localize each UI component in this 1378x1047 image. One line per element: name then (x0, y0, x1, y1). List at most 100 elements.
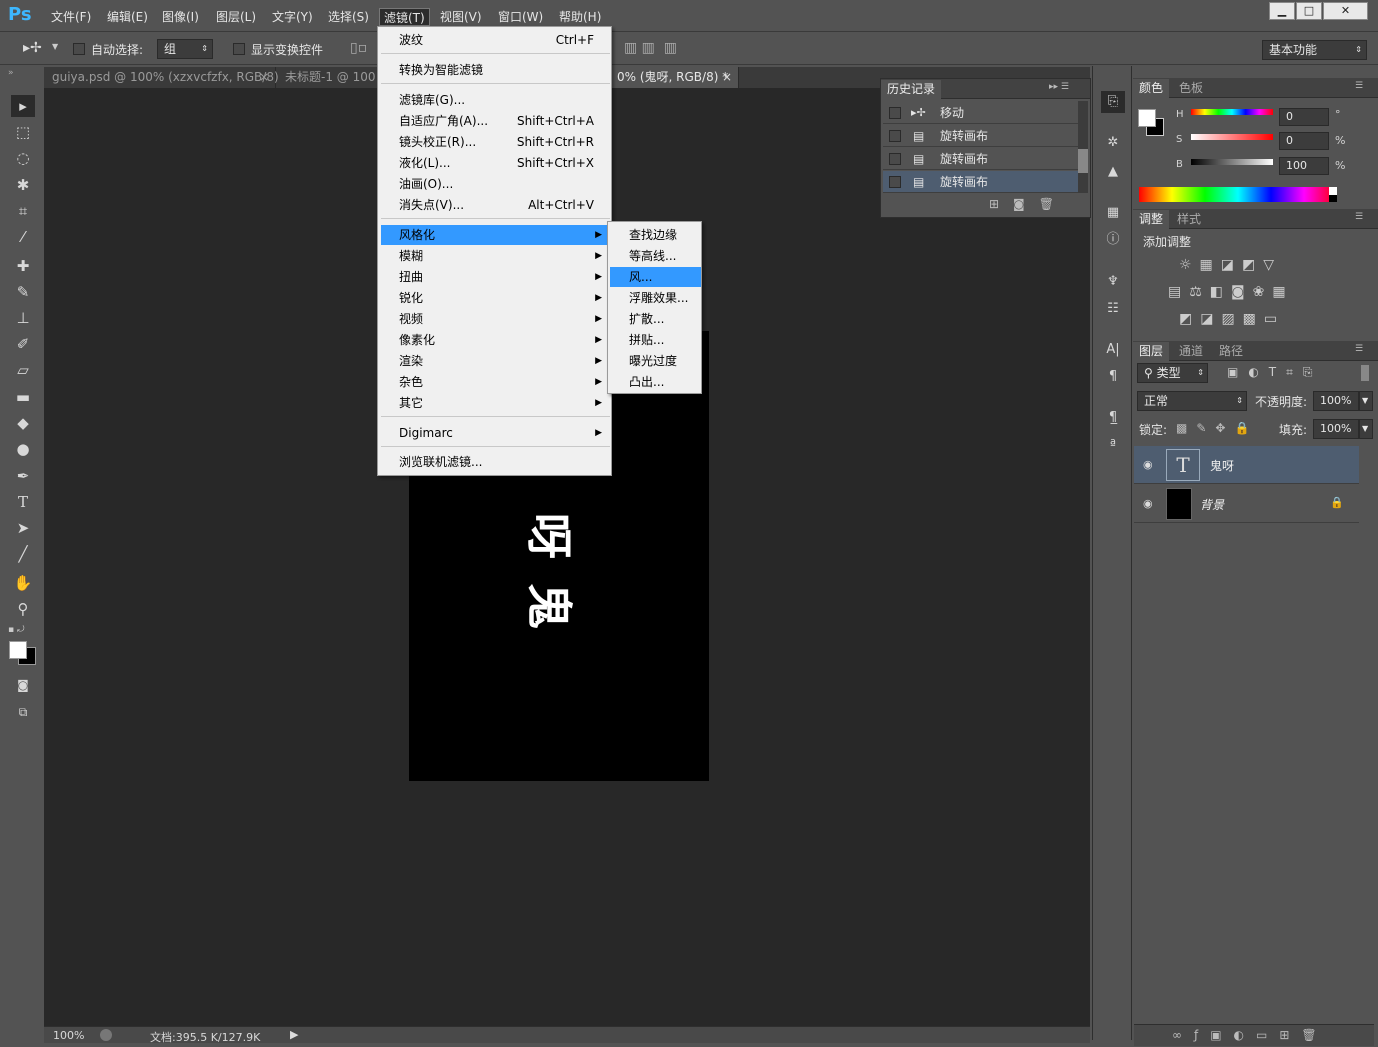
brightness-slider[interactable] (1191, 159, 1273, 165)
path-select-icon[interactable]: ➤ (11, 517, 35, 539)
collapse-tools-icon[interactable]: » (8, 68, 14, 78)
history-footer-icons[interactable]: ⊞◙🗑 (989, 197, 1068, 211)
fill-dropdown-icon[interactable]: ▼ (1359, 419, 1373, 439)
menu-layer[interactable]: 图层(L) (212, 8, 260, 26)
hue-input[interactable]: 0 (1279, 108, 1329, 126)
history-tab[interactable]: 历史记录 (881, 80, 942, 99)
menu-item-stylize[interactable]: 风格化 ▶ (381, 225, 610, 245)
type-tool-icon[interactable]: T (11, 491, 35, 513)
quick-mask-icon[interactable]: ◙ (11, 674, 35, 696)
tab-swatches[interactable]: 色板 (1173, 79, 1209, 98)
brush-tool-icon[interactable]: ✎ (11, 281, 35, 303)
fg-color-chip[interactable] (1138, 109, 1156, 127)
hue-slider[interactable] (1191, 109, 1273, 115)
submenu-item-emboss[interactable]: 浮雕效果... (610, 288, 701, 308)
character-icon[interactable]: A| (1101, 339, 1125, 361)
submenu-item-solarize[interactable]: 曝光过度 (610, 351, 701, 371)
panel-menu-icon[interactable]: ☰ (1355, 344, 1363, 354)
history-row[interactable]: ▤ 旋转画布 (883, 148, 1078, 170)
info-icon[interactable]: ⓘ (1101, 229, 1125, 251)
pen-tool-icon[interactable]: ✒ (11, 465, 35, 487)
menu-item-blur[interactable]: 模糊 ▶ (381, 246, 610, 266)
submenu-item-wind[interactable]: 风... (610, 267, 701, 287)
close-button[interactable]: ✕ (1323, 2, 1368, 20)
blend-mode-dropdown[interactable]: 正常 ⇕ (1137, 391, 1247, 411)
panel-collapse-icon[interactable]: ▸▸ ☰ (1049, 82, 1069, 92)
menu-item-vanishing-point[interactable]: 消失点(V)... Alt+Ctrl+V (381, 195, 610, 215)
doc-tab-active[interactable]: 0% (鬼呀, RGB/8) * (609, 67, 739, 88)
tab-paths[interactable]: 路径 (1213, 342, 1249, 361)
brightness-input[interactable]: 100 (1279, 157, 1329, 175)
tab-layers[interactable]: 图层 (1133, 342, 1170, 361)
tab-channels[interactable]: 通道 (1173, 342, 1209, 361)
marquee-tool-icon[interactable]: ⬚ (11, 121, 35, 143)
show-transform-checkbox[interactable] (233, 43, 245, 55)
white-swatch[interactable] (1329, 187, 1337, 195)
stamp-tool-icon[interactable]: ⊥ (11, 307, 35, 329)
menu-select[interactable]: 选择(S) (324, 8, 373, 26)
eraser-tool-icon[interactable]: ▱ (11, 359, 35, 381)
menu-item-pixelate[interactable]: 像素化 ▶ (381, 330, 610, 350)
distribute-icon[interactable]: ▥ ▥ ▥ (624, 40, 677, 56)
menu-item-sharpen[interactable]: 锐化 ▶ (381, 288, 610, 308)
menu-item-video[interactable]: 视频 ▶ (381, 309, 610, 329)
healing-brush-icon[interactable]: ✚ (11, 255, 35, 277)
minimize-button[interactable]: ▁ (1269, 2, 1295, 20)
adjustment-icons-row3[interactable]: ◩◪▨▩▭ (1179, 311, 1285, 327)
layer-row-background[interactable]: ◉ 背景 🔒 (1134, 485, 1359, 523)
menu-item-other[interactable]: 其它 ▶ (381, 393, 610, 413)
tab-adjustments[interactable]: 调整 (1133, 210, 1170, 229)
menu-item-filter-gallery[interactable]: 滤镜库(G)... (381, 90, 610, 110)
eyedropper-icon[interactable]: ⁄ (11, 226, 35, 248)
status-arrow-icon[interactable]: ▶ (290, 1028, 298, 1041)
layer-filter-dropdown[interactable]: ⚲ 类型 ⇕ (1137, 363, 1208, 383)
gradient-tool-icon[interactable]: ▬ (11, 386, 35, 408)
menu-view[interactable]: 视图(V) (436, 8, 486, 26)
zoom-level[interactable]: 100% (53, 1029, 84, 1042)
menu-item-adaptive-wide[interactable]: 自适应广角(A)... Shift+Ctrl+A (381, 111, 610, 131)
panel-menu-icon[interactable]: ☰ (1355, 212, 1363, 222)
character-style-icon[interactable]: ª (1101, 435, 1125, 457)
default-colors-icon[interactable]: ▪ ⤾ (8, 625, 24, 635)
screen-mode-icon[interactable]: ⧉ (11, 701, 35, 723)
submenu-item-extrude[interactable]: 凸出... (610, 372, 701, 392)
history-row[interactable]: ▤ 旋转画布 (883, 125, 1078, 147)
opacity-input[interactable]: 100% (1313, 391, 1359, 411)
dodge-tool-icon[interactable]: ● (11, 438, 35, 460)
eye-icon[interactable]: ◉ (1143, 458, 1153, 471)
menu-item-lens-correction[interactable]: 镜头校正(R)... Shift+Ctrl+R (381, 132, 610, 152)
menu-item-ripple[interactable]: 波纹 Ctrl+F (381, 30, 610, 50)
auto-select-checkbox[interactable] (73, 43, 85, 55)
tab-color[interactable]: 颜色 (1133, 79, 1170, 98)
submenu-item-contour[interactable]: 等高线... (610, 246, 701, 266)
menu-help[interactable]: 帮助(H) (555, 8, 605, 26)
lasso-tool-icon[interactable]: ◌ (11, 147, 35, 169)
close-tab-icon[interactable]: × (722, 70, 732, 84)
menu-item-render[interactable]: 渲染 ▶ (381, 351, 610, 371)
chevron-down-icon[interactable]: ▼ (52, 42, 58, 51)
line-tool-icon[interactable]: ╱ (11, 543, 35, 565)
hand-tool-icon[interactable]: ✋ (11, 572, 35, 594)
adjustment-icons-row2[interactable]: ▤⚖◧◙❀▦ (1168, 284, 1294, 300)
eye-icon[interactable]: ◉ (1143, 497, 1153, 510)
history-panel-icon[interactable]: ⎘ (1101, 91, 1125, 113)
move-tool-icon[interactable]: ▸ (11, 95, 35, 117)
opacity-dropdown-icon[interactable]: ▼ (1359, 391, 1373, 411)
submenu-item-find-edges[interactable]: 查找边缘 (610, 225, 701, 245)
layer-comps-icon[interactable]: ▦ (1101, 202, 1125, 224)
menu-type[interactable]: 文字(Y) (268, 8, 317, 26)
saturation-slider[interactable] (1191, 134, 1273, 140)
submenu-item-tiles[interactable]: 拼贴... (610, 330, 701, 350)
foreground-color-swatch[interactable] (9, 641, 27, 659)
auto-select-dropdown[interactable]: 组 ⇕ (157, 39, 213, 59)
paragraph-icon[interactable]: ¶ (1101, 366, 1125, 388)
move-tool-icon[interactable]: ▸✢ (23, 40, 42, 56)
3d-panel-icon[interactable]: ✲ (1101, 132, 1125, 154)
menu-file[interactable]: 文件(F) (47, 8, 95, 26)
layer-name[interactable]: 背景 (1200, 496, 1224, 513)
adjustment-icons-row1[interactable]: ☼▦◪◩▽ (1179, 257, 1282, 273)
magic-wand-icon[interactable]: ✱ (11, 174, 35, 196)
layer-filter-icons[interactable]: ▣◐T⌗⎘ (1227, 365, 1323, 380)
black-swatch[interactable] (1329, 195, 1337, 202)
menu-edit[interactable]: 编辑(E) (103, 8, 152, 26)
